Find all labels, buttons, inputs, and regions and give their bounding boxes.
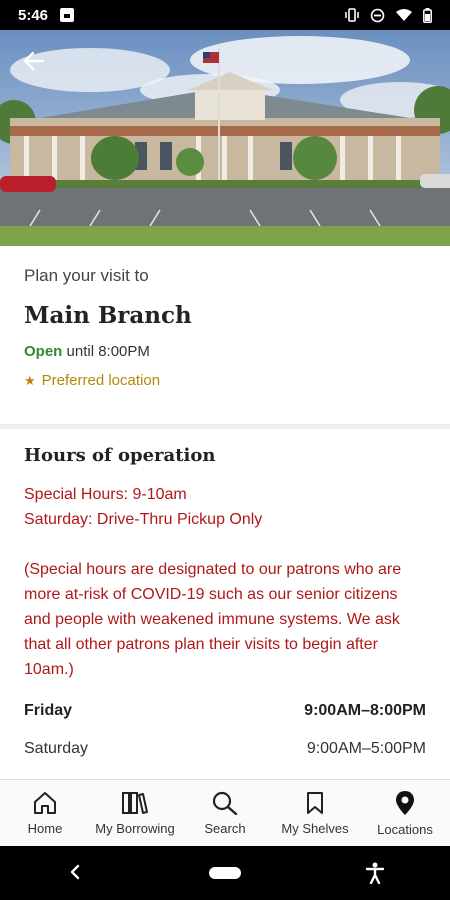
branch-name: Main Branch (24, 302, 192, 329)
open-hours-line: Open until 8:00PM (24, 343, 426, 360)
star-icon: ★ (24, 372, 36, 388)
nav-my-shelves[interactable]: My Shelves (270, 780, 360, 846)
nav-search-label: Search (204, 820, 246, 836)
status-bar: 5:46 (0, 0, 450, 30)
location-pin-icon (396, 790, 414, 815)
bottom-navigation: Home My Borrowing Search My Shelves Loca… (0, 779, 450, 846)
do-not-disturb-icon (370, 8, 385, 22)
nav-locations-label: Locations (377, 821, 433, 837)
chevron-left-icon (70, 864, 79, 880)
back-button[interactable] (14, 44, 54, 78)
status-icons (344, 7, 432, 23)
bookmark-icon (307, 791, 323, 814)
accessibility-icon (366, 862, 385, 884)
hours-section: Hours of operation Special Hours: 9-10am… (0, 429, 450, 779)
nav-home[interactable]: Home (0, 780, 90, 846)
books-icon (122, 791, 148, 814)
system-navigation-bar (0, 846, 450, 900)
wifi-icon (396, 9, 412, 21)
battery-icon (423, 7, 432, 23)
hours-row-saturday: Saturday 9:00AM–5:00PM (24, 740, 426, 758)
branch-summary: Plan your visit to Main Branch Open unti… (0, 246, 450, 424)
nav-home-label: Home (27, 820, 63, 836)
image-notification-icon (60, 8, 75, 22)
home-icon (34, 791, 56, 814)
branch-photo (0, 30, 450, 246)
search-icon (212, 791, 238, 815)
plan-visit-label: Plan your visit to (24, 266, 149, 285)
special-hours-line-2: Saturday: Drive-Thru Pickup Only (24, 511, 263, 528)
nav-my-borrowing-label: My Borrowing (95, 820, 175, 836)
system-home-button[interactable] (208, 867, 241, 879)
special-hours-line-1: Special Hours: 9-10am (24, 486, 187, 503)
arrow-left-icon (23, 51, 45, 71)
covid-note: (Special hours are designated to our pat… (24, 561, 402, 678)
nav-locations[interactable]: Locations (360, 780, 450, 846)
open-until-text: until 8:00PM (62, 343, 150, 360)
hours-time: 9:00AM–8:00PM (304, 702, 426, 719)
preferred-location[interactable]: ★ Preferred location (24, 372, 426, 389)
nav-my-borrowing[interactable]: My Borrowing (90, 780, 180, 846)
status-time: 5:46 (18, 6, 49, 24)
nav-search[interactable]: Search (180, 780, 270, 846)
preferred-location-label: Preferred location (41, 372, 161, 389)
system-accessibility-button[interactable] (360, 862, 390, 884)
hours-title: Hours of operation (24, 445, 216, 466)
hours-day: Friday (24, 702, 73, 719)
special-hours: Special Hours: 9-10am Saturday: Drive-Th… (24, 482, 426, 532)
vibrate-icon (345, 8, 359, 22)
hours-time: 9:00AM–5:00PM (306, 740, 426, 757)
hours-row-friday: Friday 9:00AM–8:00PM (24, 702, 426, 720)
hours-day: Saturday (24, 740, 89, 757)
nav-my-shelves-label: My Shelves (281, 820, 349, 836)
open-status: Open (24, 343, 63, 360)
system-back-button[interactable] (60, 860, 90, 886)
